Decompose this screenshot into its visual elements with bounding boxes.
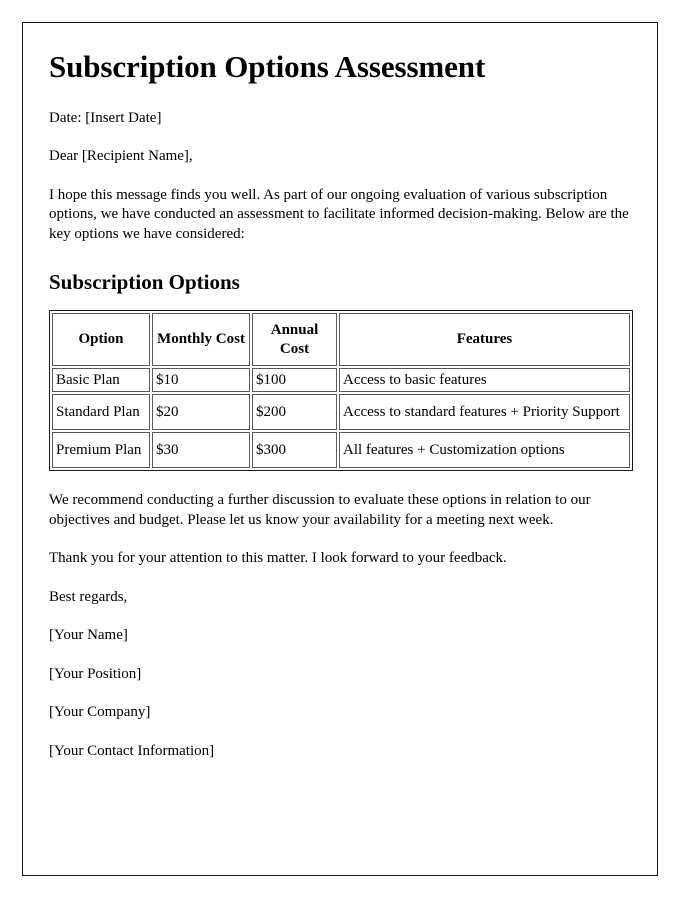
intro-paragraph: I hope this message finds you well. As p… xyxy=(49,186,629,242)
date-line: Date: [Insert Date] xyxy=(49,109,162,126)
cell-annual-cost: $200 xyxy=(252,394,337,431)
cell-features: Access to standard features + Priority S… xyxy=(339,394,630,431)
document-body: Subscription Options Assessment Date: [I… xyxy=(23,23,657,761)
document-page: Subscription Options Assessment Date: [I… xyxy=(22,22,658,876)
salutation: Dear [Recipient Name], xyxy=(49,148,193,165)
cell-monthly-cost: $30 xyxy=(152,432,250,469)
cell-option: Premium Plan xyxy=(52,432,150,469)
table-row: Basic Plan $10 $100 Access to basic feat… xyxy=(52,367,630,393)
table-row: Standard Plan $20 $200 Access to standar… xyxy=(52,394,630,431)
subscription-options-table: Option Monthly Cost Annual Cost Features… xyxy=(49,310,633,472)
cell-option: Basic Plan xyxy=(52,367,150,393)
cell-option: Standard Plan xyxy=(52,394,150,431)
signature-company: [Your Company] xyxy=(49,704,151,721)
cell-monthly-cost: $20 xyxy=(152,394,250,431)
column-header-features: Features xyxy=(339,313,630,366)
column-header-monthly-cost: Monthly Cost xyxy=(152,313,250,366)
section-heading-subscription-options: Subscription Options xyxy=(49,270,240,295)
column-header-option: Option xyxy=(52,313,150,366)
closing-line: Best regards, xyxy=(49,588,128,605)
table-header-row: Option Monthly Cost Annual Cost Features xyxy=(52,313,630,366)
signature-name: [Your Name] xyxy=(49,627,128,644)
signature-position: [Your Position] xyxy=(49,665,142,682)
column-header-annual-cost: Annual Cost xyxy=(252,313,337,366)
cell-features: All features + Customization options xyxy=(339,432,630,469)
cell-annual-cost: $100 xyxy=(252,367,337,393)
cell-annual-cost: $300 xyxy=(252,432,337,469)
thanks-paragraph: Thank you for your attention to this mat… xyxy=(49,550,507,567)
cell-monthly-cost: $10 xyxy=(152,367,250,393)
signature-contact: [Your Contact Information] xyxy=(49,742,215,759)
recommendation-paragraph: We recommend conducting a further discus… xyxy=(49,492,591,528)
cell-features: Access to basic features xyxy=(339,367,630,393)
table-row: Premium Plan $30 $300 All features + Cus… xyxy=(52,432,630,469)
page-title: Subscription Options Assessment xyxy=(49,49,486,84)
